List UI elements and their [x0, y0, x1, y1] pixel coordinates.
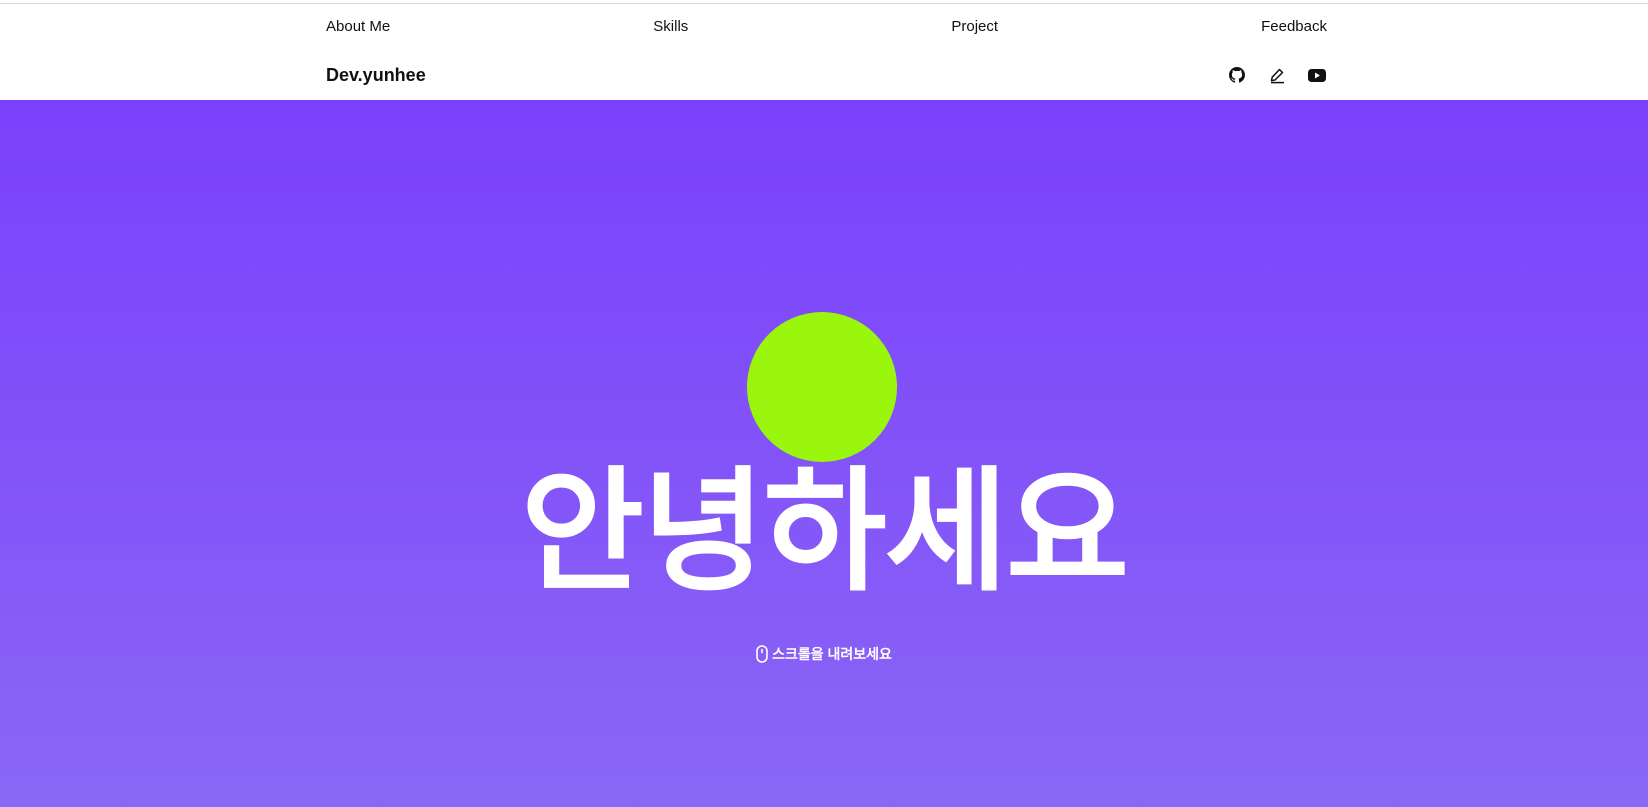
site-header: Dev.yunhee — [326, 52, 1327, 98]
hero-greeting: 안녕하세요 — [520, 458, 1129, 607]
youtube-icon[interactable] — [1307, 65, 1327, 85]
main-nav: About Me Skills Project Feedback — [326, 4, 1327, 48]
github-icon[interactable] — [1227, 65, 1247, 85]
hero-circle — [747, 312, 897, 462]
nav-project[interactable]: Project — [951, 18, 998, 35]
site-logo[interactable]: Dev.yunhee — [326, 65, 426, 86]
nav-about-me[interactable]: About Me — [326, 18, 390, 35]
nav-skills[interactable]: Skills — [653, 18, 688, 35]
hero-section: 안녕하세요 스크롤을 내려보세요 — [0, 100, 1648, 807]
pencil-icon[interactable] — [1267, 65, 1287, 85]
scroll-hint-text: 스크롤을 내려보세요 — [772, 646, 892, 662]
mouse-icon — [756, 645, 768, 663]
scroll-hint: 스크롤을 내려보세요 — [0, 644, 1648, 664]
social-links — [1227, 65, 1327, 85]
nav-feedback[interactable]: Feedback — [1261, 18, 1327, 35]
